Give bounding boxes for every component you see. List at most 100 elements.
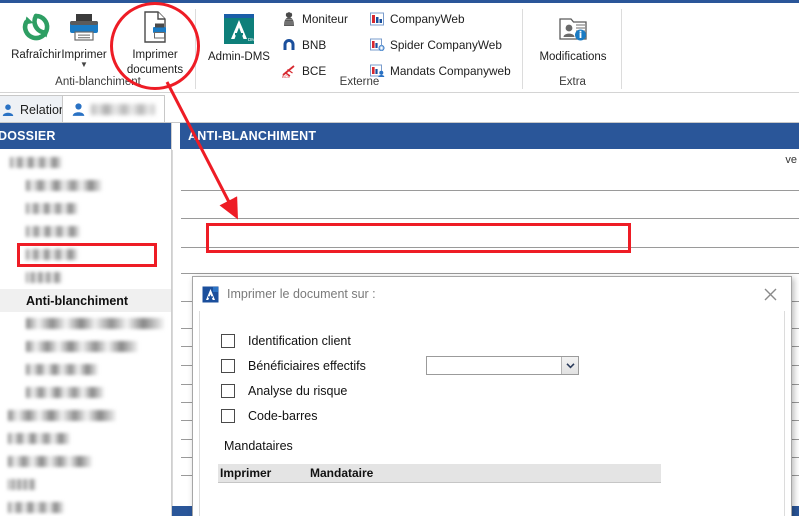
companyweb-label: CompanyWeb	[390, 12, 465, 26]
ribbon-group-title-anti-blanchiment: Anti-blanchiment	[55, 76, 141, 88]
application-window: Rafraîchir Imprimer ▼ Imprimer documents…	[0, 0, 799, 516]
admin-dms-icon: DMS	[204, 9, 274, 49]
sidebar-item-0[interactable]	[0, 151, 171, 174]
beneficiaires-effectifs-dropdown[interactable]	[426, 356, 579, 375]
column-header-imprimer: Imprimer	[220, 466, 272, 480]
sidebar-item-label	[8, 502, 64, 513]
checkbox-label-identification-client: Identification client	[248, 334, 351, 348]
background-edge-label: ve	[785, 154, 797, 166]
print-document-dialog: Imprimer le document sur : Identificatio…	[192, 276, 792, 516]
imprimer-documents-label-line1: Imprimer	[132, 49, 178, 61]
group-separator	[621, 9, 622, 89]
spider-companyweb-icon	[368, 37, 386, 53]
sidebar-item-label	[8, 410, 116, 421]
ribbon-group-title-extra: Extra	[559, 76, 586, 88]
sidebar-item-15[interactable]	[0, 496, 171, 516]
imprimer-documents-label-line2: documents	[126, 63, 184, 76]
sidebar-item-14[interactable]	[0, 473, 171, 496]
companyweb-button[interactable]: CompanyWeb	[368, 9, 465, 29]
person-icon	[71, 102, 86, 117]
sidebar-item-list: Anti-blanchiment	[0, 151, 171, 516]
svg-text:DMS: DMS	[248, 37, 256, 42]
sidebar-item-label	[26, 341, 138, 352]
checkbox-label-beneficiaires-effectifs: Bénéficiaires effectifs	[248, 359, 366, 373]
sidebar-item-label	[26, 364, 98, 375]
chevron-down-icon[interactable]	[561, 357, 578, 374]
imprimer-documents-button[interactable]: Imprimer documents	[116, 7, 194, 76]
mandataires-section-label: Mandataires	[224, 439, 293, 453]
companyweb-icon	[368, 11, 386, 27]
bnb-button[interactable]: BNB	[280, 35, 326, 55]
column-header-mandataire: Mandataire	[310, 466, 374, 480]
sidebar-item-13[interactable]	[0, 450, 171, 473]
sidebar-item-5[interactable]	[0, 266, 171, 289]
beneficiaires-effectifs-dropdown-value[interactable]	[427, 357, 561, 374]
background-row-line	[181, 218, 799, 219]
checkbox-row-code-barres[interactable]: Code-barres	[221, 406, 317, 426]
tab-client-record[interactable]	[62, 95, 165, 124]
tab-client-record-label	[91, 104, 155, 115]
app-logo-icon	[201, 285, 219, 303]
spider-companyweb-label: Spider CompanyWeb	[390, 38, 502, 52]
ribbon-group-externe: DMS Admin-DMS Moniteur	[196, 3, 523, 92]
moniteur-button[interactable]: Moniteur	[280, 9, 348, 29]
dialog-body: Identification client Bénéficiaires effe…	[199, 311, 785, 516]
sidebar-item-3[interactable]	[0, 220, 171, 243]
checkbox-label-analyse-du-risque: Analyse du risque	[248, 384, 348, 398]
dossier-sidebar: DOSSIER Anti-blanchiment	[0, 123, 172, 516]
tab-strip: Relations	[0, 93, 799, 124]
close-icon[interactable]	[755, 283, 785, 305]
admin-dms-button[interactable]: DMS Admin-DMS	[204, 9, 274, 64]
checkbox-code-barres[interactable]	[221, 409, 235, 423]
dialog-title-bar: Imprimer le document sur :	[193, 277, 791, 311]
checkbox-beneficiaires-effectifs[interactable]	[221, 359, 235, 373]
sidebar-header: DOSSIER	[0, 123, 171, 149]
mandataires-grid-body[interactable]	[218, 483, 661, 516]
sidebar-item-label	[26, 272, 62, 283]
sidebar-item-label	[26, 226, 80, 237]
sidebar-item-label	[8, 479, 36, 490]
sidebar-item-6[interactable]: Anti-blanchiment	[0, 289, 171, 312]
checkbox-analyse-du-risque[interactable]	[221, 384, 235, 398]
modifications-icon	[531, 9, 615, 49]
chevron-down-icon[interactable]: ▼	[48, 60, 120, 69]
checkbox-row-analyse-du-risque[interactable]: Analyse du risque	[221, 381, 347, 401]
dialog-title: Imprimer le document sur :	[227, 287, 376, 301]
checkbox-row-beneficiaires-effectifs[interactable]: Bénéficiaires effectifs	[221, 356, 366, 376]
sidebar-item-label	[8, 456, 92, 467]
sidebar-item-label: Anti-blanchiment	[26, 293, 129, 308]
admin-dms-label: Admin-DMS	[208, 51, 270, 63]
sidebar-item-10[interactable]	[0, 381, 171, 404]
checkbox-row-identification-client[interactable]: Identification client	[221, 331, 351, 351]
printer-icon	[48, 7, 120, 47]
sidebar-item-7[interactable]	[0, 312, 171, 335]
sidebar-item-1[interactable]	[0, 174, 171, 197]
background-row-line	[181, 273, 799, 274]
sidebar-item-label	[10, 157, 62, 168]
sidebar-item-label	[26, 180, 102, 191]
spider-companyweb-button[interactable]: Spider CompanyWeb	[368, 35, 502, 55]
moniteur-icon	[280, 11, 298, 27]
ribbon-group-anti-blanchiment: Rafraîchir Imprimer ▼ Imprimer documents…	[0, 3, 196, 92]
sidebar-item-9[interactable]	[0, 358, 171, 381]
print-document-icon	[116, 7, 194, 47]
sidebar-item-12[interactable]	[0, 427, 171, 450]
sidebar-item-8[interactable]	[0, 335, 171, 358]
modifications-label: Modifications	[539, 51, 607, 63]
sidebar-item-label	[8, 433, 70, 444]
bnb-label: BNB	[302, 38, 327, 52]
mandataires-grid-header: Imprimer Mandataire	[218, 464, 661, 483]
sidebar-item-2[interactable]	[0, 197, 171, 220]
bnb-icon	[280, 37, 298, 53]
modifications-button[interactable]: Modifications	[531, 9, 615, 64]
checkbox-identification-client[interactable]	[221, 334, 235, 348]
sidebar-item-label	[26, 203, 78, 214]
background-row-line	[181, 190, 799, 191]
checkbox-label-code-barres: Code-barres	[248, 409, 318, 423]
background-row-line	[181, 247, 799, 248]
sidebar-item-11[interactable]	[0, 404, 171, 427]
imprimer-button[interactable]: Imprimer ▼	[48, 7, 120, 69]
sidebar-item-4[interactable]	[0, 243, 171, 266]
content-header: ANTI-BLANCHIMENT	[180, 123, 799, 149]
main-content: DOSSIER Anti-blanchiment ANTI-BLANCHIMEN…	[0, 123, 799, 516]
